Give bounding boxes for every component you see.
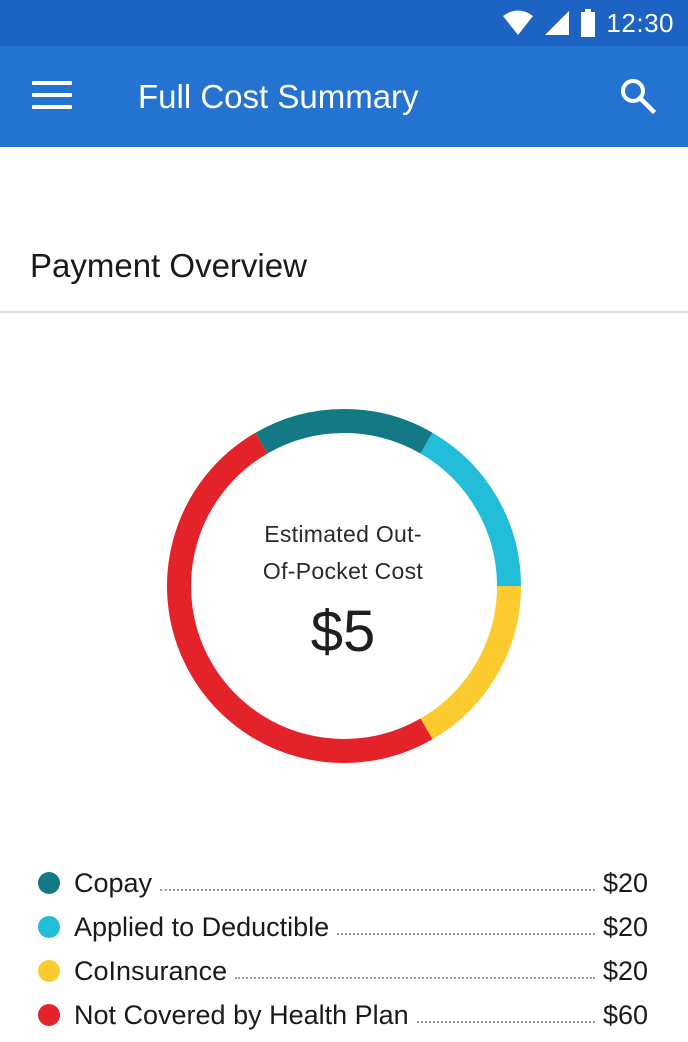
app-bar: Full Cost Summary xyxy=(0,46,688,147)
legend: Copay $20 Applied to Deductible $20 CoIn… xyxy=(38,861,648,1037)
battery-icon xyxy=(581,9,596,37)
section-title: Payment Overview xyxy=(30,247,307,284)
divider xyxy=(0,311,688,313)
legend-dot xyxy=(38,916,60,938)
donut-segment-copay xyxy=(255,409,433,454)
legend-value: $20 xyxy=(602,912,648,942)
leader-dots xyxy=(337,933,595,935)
signal-icon xyxy=(545,11,570,35)
legend-label: Applied to Deductible xyxy=(74,912,330,942)
leader-dots xyxy=(160,889,595,891)
legend-dot xyxy=(38,872,60,894)
leader-dots xyxy=(416,1021,595,1023)
legend-item-not-covered: Not Covered by Health Plan $60 xyxy=(38,993,648,1037)
legend-item-coinsurance: CoInsurance $20 xyxy=(38,949,648,993)
app-title: Full Cost Summary xyxy=(138,78,419,115)
menu-icon xyxy=(32,105,72,109)
menu-button[interactable] xyxy=(30,76,74,116)
summary-label-line2: Of-Pocket Cost xyxy=(262,558,424,584)
legend-label: CoInsurance xyxy=(74,956,228,986)
summary-value: $5 xyxy=(310,599,376,664)
search-icon[interactable] xyxy=(618,76,658,116)
legend-item-applied-to-deductible: Applied to Deductible $20 xyxy=(38,905,648,949)
summary-label: Estimated Out- Of-Pocket Cost xyxy=(229,516,457,590)
legend-label: Not Covered by Health Plan xyxy=(74,1000,409,1030)
status-icons: 12:30 xyxy=(502,6,674,40)
leader-dots xyxy=(235,977,595,979)
legend-value: $20 xyxy=(602,956,648,986)
menu-icon xyxy=(32,81,72,85)
status-bar: 12:30 xyxy=(0,0,688,46)
legend-item-copay: Copay $20 xyxy=(38,861,648,905)
legend-value: $60 xyxy=(602,1000,648,1030)
legend-dot xyxy=(38,960,60,982)
summary-label-line1: Estimated Out- xyxy=(264,521,422,547)
wifi-icon xyxy=(503,10,534,35)
legend-dot xyxy=(38,1004,60,1026)
legend-value: $20 xyxy=(602,868,648,898)
legend-label: Copay xyxy=(74,868,153,898)
menu-icon xyxy=(32,93,72,97)
status-time: 12:30 xyxy=(606,7,674,38)
